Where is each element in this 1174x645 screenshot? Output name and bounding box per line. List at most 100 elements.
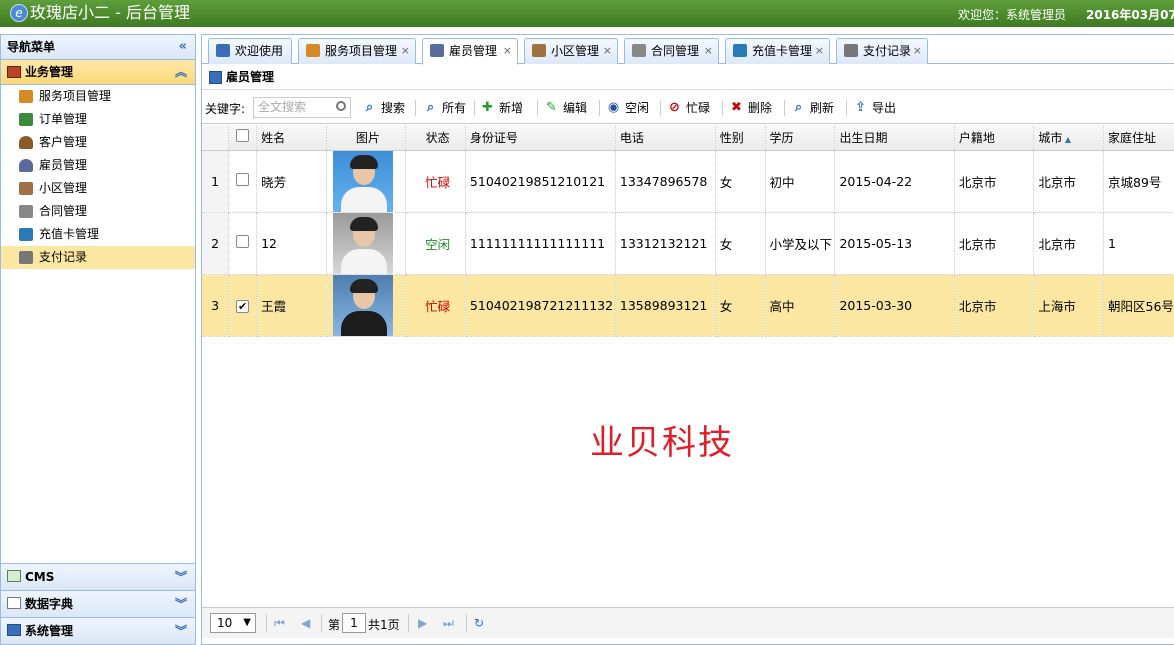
nav-item-6[interactable]: 合同管理 — [1, 200, 195, 223]
search-button[interactable]: ⌕ 搜索 — [362, 99, 405, 117]
column-header-7[interactable]: 学历 — [765, 125, 836, 151]
app-logo-icon: e — [10, 4, 28, 22]
column-header-3[interactable]: 状态 — [405, 125, 466, 151]
tab-7[interactable]: 支付记录 × — [836, 38, 928, 64]
tab-close-icon[interactable]: × — [704, 39, 713, 63]
table-row[interactable]: 2 12 空闲 11111111111111111 13312132121 女小学及以下 2… — [202, 212, 1174, 275]
edit-button[interactable]: ✎ 编辑 — [544, 99, 587, 117]
box-icon — [19, 90, 33, 103]
refresh-page-icon[interactable]: ↻ — [474, 616, 484, 630]
payment-icon — [844, 44, 858, 57]
row-number: 2 — [202, 212, 230, 275]
nav-group-cms[interactable]: CMS ︾ — [1, 563, 195, 590]
column-header-1[interactable]: 姓名 — [256, 125, 327, 151]
toolbar-separator — [599, 100, 600, 116]
prev-page-icon[interactable]: ◀ — [301, 616, 310, 630]
plus-icon: ✚ — [482, 100, 493, 115]
welcome-tab-icon — [216, 44, 230, 57]
column-header-8[interactable]: 出生日期 — [834, 125, 955, 151]
card-icon — [19, 228, 33, 241]
tab-close-icon[interactable]: × — [503, 39, 512, 63]
tab-6[interactable]: 充值卡管理 × — [725, 38, 830, 64]
column-header-10[interactable]: 城市 ▲ — [1033, 125, 1104, 151]
cell-education: 高中 — [765, 274, 836, 337]
collapse-sidebar-icon[interactable]: « — [179, 35, 187, 59]
table-row[interactable]: 3 ✔ 王霞 忙碌 510402198721211132 13589893121 女高中 20… — [202, 274, 1174, 337]
first-page-icon[interactable]: ⏮ — [274, 616, 285, 631]
grid-header-row: 姓名 图片 状态 身份证号 电话 性别 学历 出生日期 户籍地 城市 ▲ 家庭住址 — [202, 125, 1174, 151]
tab-2[interactable]: 服务项目管理 × — [298, 38, 416, 64]
expand-icon[interactable]: ︾ — [175, 618, 187, 644]
tab-close-icon[interactable]: × — [815, 39, 824, 63]
free-button[interactable]: ◉ 空闲 — [606, 99, 649, 117]
nav-item-4[interactable]: 雇员管理 — [1, 154, 195, 177]
expand-icon[interactable]: ︾ — [175, 564, 187, 590]
tab-4[interactable]: 小区管理 × — [524, 38, 618, 64]
column-header-6[interactable]: 性别 — [715, 125, 766, 151]
delete-button[interactable]: ✖ 删除 — [729, 99, 772, 117]
cell-id: 510402198721211132 — [465, 274, 616, 337]
row-checkbox[interactable] — [228, 150, 258, 213]
employee-icon — [19, 159, 33, 172]
nav-item-3[interactable]: 客户管理 — [1, 131, 195, 154]
nav-title: 导航菜单 — [7, 40, 56, 54]
nav-group-dictionary[interactable]: 数据字典 ︾ — [1, 590, 195, 617]
row-checkbox[interactable]: ✔ — [228, 274, 258, 337]
tab-close-icon[interactable]: × — [603, 39, 612, 63]
nav-item-2[interactable]: 订单管理 — [1, 108, 195, 131]
collapse-icon[interactable]: ︽ — [175, 60, 187, 84]
column-header-4[interactable]: 身份证号 — [465, 125, 616, 151]
top-header: e 玫瑰店小二 - 后台管理 欢迎您：系统管理员 2016年03月07 — [0, 0, 1174, 27]
watermark-text: 业贝科技 — [590, 423, 734, 463]
export-button[interactable]: ⇪ 导出 — [853, 99, 896, 117]
pager-divider — [466, 614, 467, 632]
page-number-input[interactable]: 1 — [342, 613, 366, 633]
nav-group-system[interactable]: 系统管理 ︾ — [1, 617, 195, 644]
forbidden-icon: ⊘ — [669, 100, 680, 115]
employee-grid: 姓名 图片 状态 身份证号 电话 性别 学历 出生日期 户籍地 城市 ▲ 家庭住址 1 晓芳 忙碌 510… — [202, 125, 1174, 607]
select-all-checkbox[interactable] — [228, 125, 258, 151]
checkbox-icon — [236, 173, 250, 186]
toolbar-separator — [722, 100, 723, 116]
table-row[interactable]: 1 晓芳 忙碌 51040219851210121 13347896578 女初中 2015… — [202, 150, 1174, 213]
row-checkbox[interactable] — [228, 212, 258, 275]
search-input[interactable]: 全文搜索 — [253, 97, 351, 118]
nav-header: 导航菜单 « — [1, 35, 195, 60]
tab-1[interactable]: 欢迎使用 — [208, 38, 292, 64]
last-page-icon[interactable]: ⏭ — [443, 616, 454, 631]
nav-group-business[interactable]: 业务管理 ︽ — [1, 60, 195, 85]
business-icon — [7, 66, 21, 78]
nav-item-1[interactable]: 服务项目管理 — [1, 85, 195, 108]
search-icon — [336, 101, 346, 111]
column-header-5[interactable]: 电话 — [615, 125, 716, 151]
column-header-2[interactable]: 图片 — [326, 125, 407, 151]
refresh-button[interactable]: ⌕ 刷新 — [791, 99, 834, 117]
column-header-9[interactable]: 户籍地 — [954, 125, 1035, 151]
cell-status: 忙碌 — [405, 274, 466, 337]
pager-divider — [321, 614, 322, 632]
page-size-select[interactable]: 10 ▼ — [210, 613, 256, 633]
expand-icon[interactable]: ︾ — [175, 591, 187, 617]
nav-item-8[interactable]: 支付记录 — [1, 246, 195, 269]
tab-3[interactable]: 雇员管理 × — [422, 38, 518, 65]
nav-item-7[interactable]: 充值卡管理 — [1, 223, 195, 246]
column-header-11[interactable]: 家庭住址 — [1103, 125, 1174, 151]
add-button[interactable]: ✚ 新增 — [480, 99, 523, 117]
dictionary-icon — [7, 597, 21, 609]
pager-divider — [266, 614, 267, 632]
tab-close-icon[interactable]: × — [401, 39, 410, 63]
cell-gender: 女 — [715, 274, 766, 337]
employee-icon — [430, 44, 444, 57]
busy-button[interactable]: ⊘ 忙碌 — [667, 99, 710, 117]
tab-5[interactable]: 合同管理 × — [624, 38, 719, 64]
all-button[interactable]: ⌕ 所有 — [423, 99, 466, 117]
next-page-icon[interactable]: ▶ — [418, 616, 427, 630]
tab-bar: 欢迎使用 服务项目管理 × 雇员管理 × 小区管理 × 合同管理 × 充值卡管理 × 支付记录 × — [202, 35, 1174, 65]
tab-close-icon[interactable]: × — [913, 39, 922, 63]
cell-id: 11111111111111111 — [465, 212, 616, 275]
toolbar-separator — [474, 100, 475, 116]
sort-asc-icon: ▲ — [1062, 134, 1072, 144]
nav-item-5[interactable]: 小区管理 — [1, 177, 195, 200]
cell-phone: 13589893121 — [615, 274, 716, 337]
grid-title: 雇员管理 — [226, 70, 275, 84]
